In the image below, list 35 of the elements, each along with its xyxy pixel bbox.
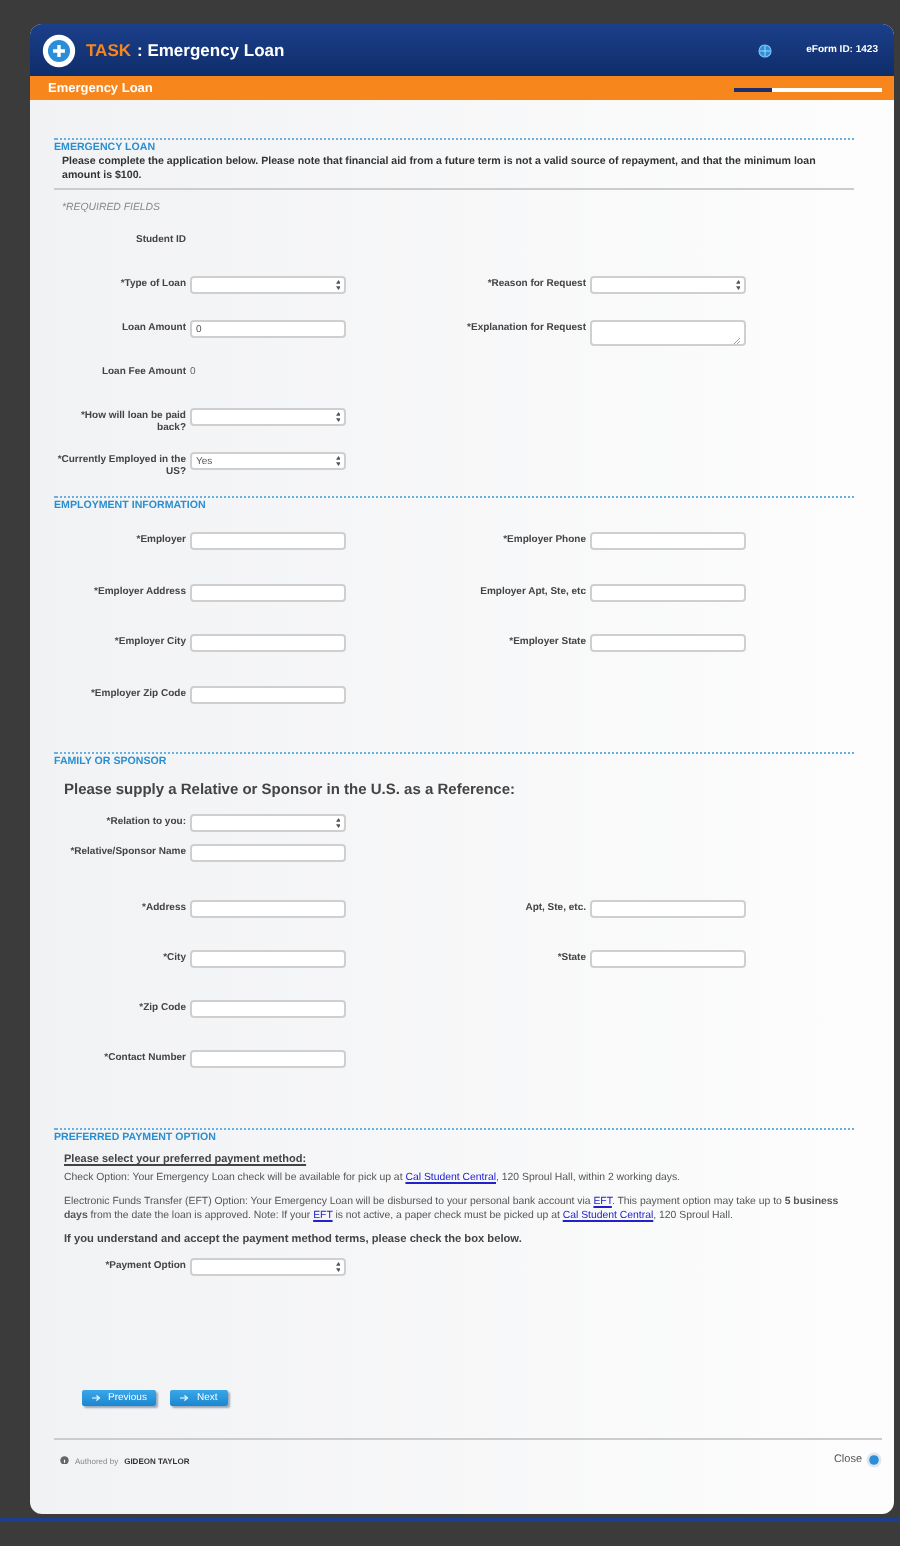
plus-icon bbox=[42, 33, 76, 67]
stepper-arrows-icon bbox=[335, 280, 340, 290]
dropdown[interactable] bbox=[590, 276, 746, 294]
stepper-arrows-icon bbox=[335, 1262, 340, 1272]
dropdown[interactable] bbox=[190, 1258, 346, 1276]
input-field[interactable] bbox=[190, 1050, 346, 1068]
input-field[interactable] bbox=[190, 532, 346, 550]
input-field[interactable] bbox=[190, 1000, 346, 1018]
input-field[interactable] bbox=[590, 950, 746, 968]
globe-icon[interactable] bbox=[758, 43, 773, 57]
resize-grip-icon bbox=[734, 338, 740, 344]
input-field[interactable] bbox=[190, 634, 346, 652]
input-field[interactable] bbox=[190, 950, 346, 968]
input-field[interactable] bbox=[190, 900, 346, 918]
input-field[interactable] bbox=[190, 583, 346, 601]
stepper-arrows-icon bbox=[335, 412, 340, 422]
dropdown[interactable] bbox=[190, 814, 346, 832]
text-area[interactable] bbox=[590, 320, 746, 346]
window-title: : Emergency Loan bbox=[137, 40, 285, 60]
arrow-icon bbox=[180, 1394, 191, 1402]
stepper-arrows-icon bbox=[335, 818, 340, 828]
dropdown[interactable] bbox=[190, 276, 346, 294]
input-field[interactable] bbox=[590, 583, 746, 601]
task-label: TASK bbox=[86, 40, 132, 60]
input-field[interactable] bbox=[590, 634, 746, 652]
stepper-arrows-icon bbox=[335, 456, 340, 466]
info-icon bbox=[60, 1455, 69, 1465]
stepper-arrows-icon bbox=[735, 280, 740, 290]
input-field[interactable] bbox=[190, 844, 346, 862]
input-field[interactable] bbox=[590, 900, 746, 918]
input-field[interactable] bbox=[590, 532, 746, 550]
dropdown[interactable] bbox=[190, 408, 346, 426]
arrow-icon bbox=[92, 1394, 102, 1402]
input-field[interactable] bbox=[190, 685, 346, 703]
close-icon bbox=[866, 1452, 882, 1468]
